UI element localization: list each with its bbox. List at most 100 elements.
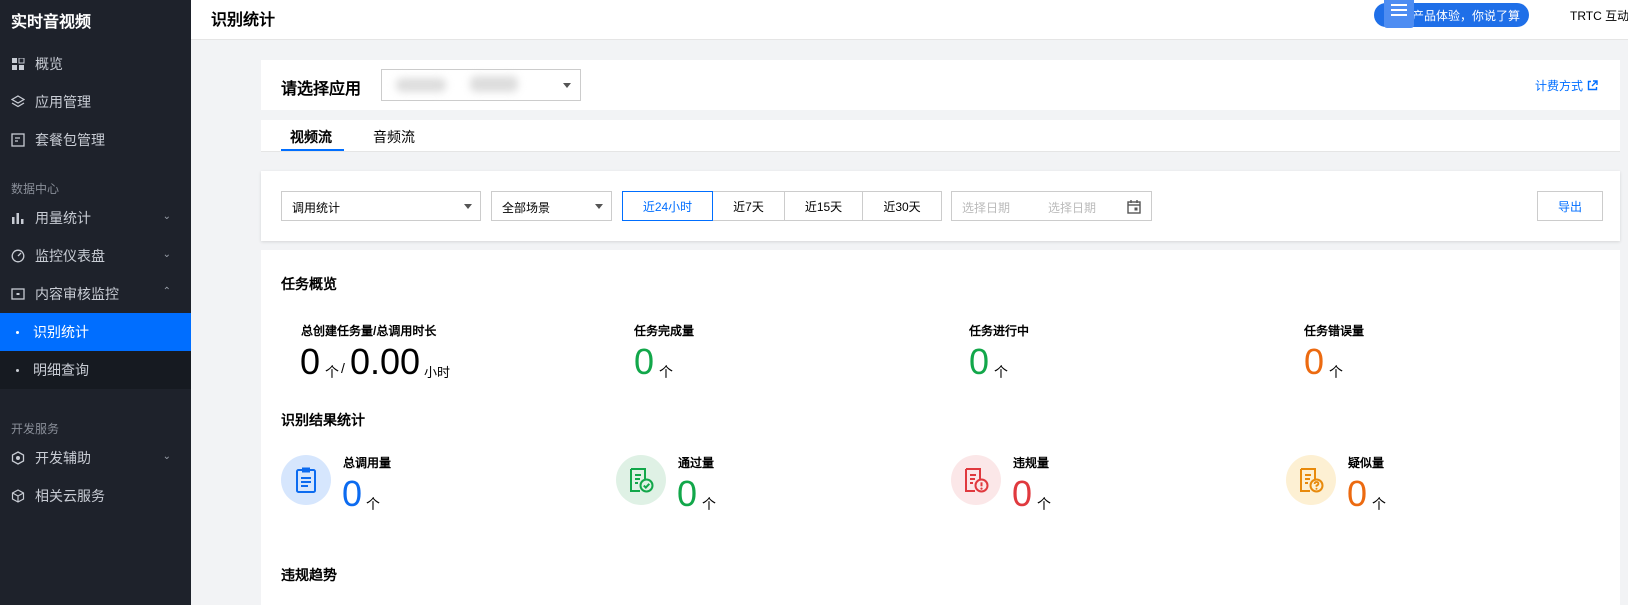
total-calls-label: 总调用量 bbox=[343, 456, 392, 470]
cube-icon bbox=[11, 489, 25, 503]
sidebar-item-recognition-stats[interactable]: 识别统计 bbox=[0, 313, 191, 351]
range-7d-button[interactable]: 近7天 bbox=[712, 191, 785, 221]
stream-tabs: 视频流 音频流 bbox=[261, 120, 1620, 152]
sidebar-section-data: 数据中心 bbox=[11, 182, 60, 196]
sidebar-item-cloud-services[interactable]: 相关云服务 bbox=[0, 477, 191, 515]
document-alert-icon bbox=[951, 455, 1001, 505]
sidebar-item-label: 应用管理 bbox=[35, 94, 91, 110]
tab-video-stream[interactable]: 视频流 bbox=[290, 127, 332, 147]
time-range-group: 近24小时 近7天 近15天 近30天 bbox=[622, 191, 942, 221]
tasks-done-label: 任务完成量 bbox=[634, 324, 695, 338]
external-link-icon bbox=[1587, 80, 1598, 91]
pass-label: 通过量 bbox=[678, 456, 715, 470]
tasks-running-value: 0 bbox=[969, 341, 990, 382]
sidebar-item-apps[interactable]: 应用管理 bbox=[0, 83, 191, 121]
violation-trend-title: 违规趋势 bbox=[281, 567, 337, 583]
layers-icon bbox=[11, 95, 25, 109]
app-select-label: 请选择应用 bbox=[281, 81, 362, 98]
chevron-up-icon: ⌃ bbox=[162, 286, 171, 297]
sidebar-item-label: 用量统计 bbox=[35, 210, 91, 226]
app-select-card: 请选择应用 计费方式 bbox=[261, 60, 1620, 110]
account-name[interactable]: TRTC 互动 bbox=[1570, 7, 1628, 24]
tasks-error-value: 0 bbox=[1304, 341, 1325, 382]
billing-link[interactable]: 计费方式 bbox=[1535, 77, 1598, 94]
date-range-picker[interactable]: 选择日期 选择日期 bbox=[951, 191, 1152, 221]
top-bar: 识别统计 产品体验，你说了算 TRTC 互动 bbox=[191, 0, 1628, 40]
sidebar-item-usage[interactable]: 用量统计 ⌄ bbox=[0, 199, 191, 237]
caret-down-icon bbox=[595, 204, 603, 209]
hexagon-icon bbox=[11, 451, 25, 465]
sidebar: 实时音视频 概览 应用管理 套餐包管理 数据中心 用量统计 ⌄ 监控仪表盘 ⌄ bbox=[0, 0, 191, 605]
scene-value: 全部场景 bbox=[502, 201, 551, 215]
total-tasks-unit: 个 bbox=[325, 364, 339, 380]
sidebar-item-detail-query[interactable]: 明细查询 bbox=[0, 351, 191, 389]
bullet-icon bbox=[16, 368, 19, 372]
grid-icon bbox=[11, 57, 25, 71]
caret-down-icon bbox=[464, 204, 472, 209]
total-duration-value: 0.00 bbox=[350, 341, 421, 382]
sidebar-section-dev: 开发服务 bbox=[11, 422, 60, 436]
violation-label: 违规量 bbox=[1013, 456, 1050, 470]
caret-down-icon bbox=[563, 83, 571, 88]
tasks-done-value: 0 bbox=[634, 341, 655, 382]
scene-select[interactable]: 全部场景 bbox=[491, 191, 612, 221]
sidebar-item-dev-assist[interactable]: 开发辅助 ⌄ bbox=[0, 439, 191, 477]
range-15d-button[interactable]: 近15天 bbox=[784, 191, 863, 221]
sidebar-item-label: 相关云服务 bbox=[35, 488, 105, 504]
stat-type-value: 调用统计 bbox=[292, 201, 341, 215]
pass-value: 0 bbox=[677, 473, 698, 514]
sidebar-item-label: 识别统计 bbox=[33, 324, 89, 340]
sidebar-item-label: 概览 bbox=[35, 56, 63, 72]
monitor-icon bbox=[11, 287, 25, 301]
tasks-error-label: 任务错误量 bbox=[1304, 324, 1365, 338]
suspect-label: 疑似量 bbox=[1348, 456, 1385, 470]
document-icon bbox=[1384, 0, 1414, 28]
stats-card: 任务概览 总创建任务量/总调用时长 0 个 / 0.00 小时 任务完成量 0 … bbox=[261, 250, 1620, 605]
recognition-results-title: 识别结果统计 bbox=[281, 412, 365, 428]
chevron-down-icon: ⌄ bbox=[162, 211, 171, 222]
calendar-icon bbox=[1127, 200, 1141, 214]
suspect-unit: 个 bbox=[1372, 496, 1386, 512]
sidebar-item-label: 开发辅助 bbox=[35, 450, 91, 466]
billing-link-label: 计费方式 bbox=[1534, 79, 1583, 93]
sidebar-item-overview[interactable]: 概览 bbox=[0, 45, 191, 83]
task-overview-title: 任务概览 bbox=[281, 276, 337, 292]
sidebar-item-label: 明细查询 bbox=[33, 362, 89, 378]
export-button[interactable]: 导出 bbox=[1537, 191, 1603, 221]
bar-chart-icon bbox=[11, 211, 25, 225]
app-select[interactable] bbox=[381, 69, 581, 101]
total-calls-unit: 个 bbox=[366, 496, 380, 512]
tab-audio-stream[interactable]: 音频流 bbox=[373, 127, 415, 147]
tasks-running-unit: 个 bbox=[994, 364, 1008, 380]
pass-unit: 个 bbox=[702, 496, 716, 512]
chevron-down-icon: ⌄ bbox=[162, 249, 171, 260]
total-tasks-value: 0 bbox=[300, 341, 321, 382]
stat-type-select[interactable]: 调用统计 bbox=[281, 191, 481, 221]
sidebar-item-label: 内容审核监控 bbox=[35, 286, 119, 302]
violation-value: 0 bbox=[1012, 473, 1033, 514]
bullet-icon bbox=[16, 330, 19, 334]
blurred-app-id bbox=[470, 76, 518, 92]
sidebar-item-label: 套餐包管理 bbox=[35, 132, 105, 148]
total-calls-value: 0 bbox=[342, 473, 363, 514]
range-24h-button[interactable]: 近24小时 bbox=[622, 191, 713, 221]
tasks-error-unit: 个 bbox=[1329, 364, 1343, 380]
sidebar-item-dashboard[interactable]: 监控仪表盘 ⌄ bbox=[0, 237, 191, 275]
range-30d-button[interactable]: 近30天 bbox=[862, 191, 942, 221]
date-start-placeholder: 选择日期 bbox=[962, 201, 1011, 215]
sidebar-item-moderation[interactable]: 内容审核监控 ⌃ bbox=[0, 275, 191, 313]
sidebar-item-packages[interactable]: 套餐包管理 bbox=[0, 121, 191, 159]
suspect-value: 0 bbox=[1347, 473, 1368, 514]
date-end-placeholder: 选择日期 bbox=[1048, 201, 1097, 215]
blurred-app-name bbox=[396, 78, 446, 92]
active-tab-indicator bbox=[281, 149, 344, 151]
tasks-done-unit: 个 bbox=[659, 364, 673, 380]
total-tasks-label: 总创建任务量/总调用时长 bbox=[301, 324, 437, 338]
chevron-down-icon: ⌄ bbox=[162, 451, 171, 462]
gauge-icon bbox=[11, 249, 25, 263]
filter-card: 调用统计 全部场景 近24小时 近7天 近15天 近30天 选择日期 选择日期 … bbox=[261, 171, 1620, 241]
tasks-running-label: 任务进行中 bbox=[969, 324, 1030, 338]
document-question-icon bbox=[1286, 455, 1336, 505]
violation-unit: 个 bbox=[1037, 496, 1051, 512]
sidebar-title: 实时音视频 bbox=[11, 14, 92, 31]
